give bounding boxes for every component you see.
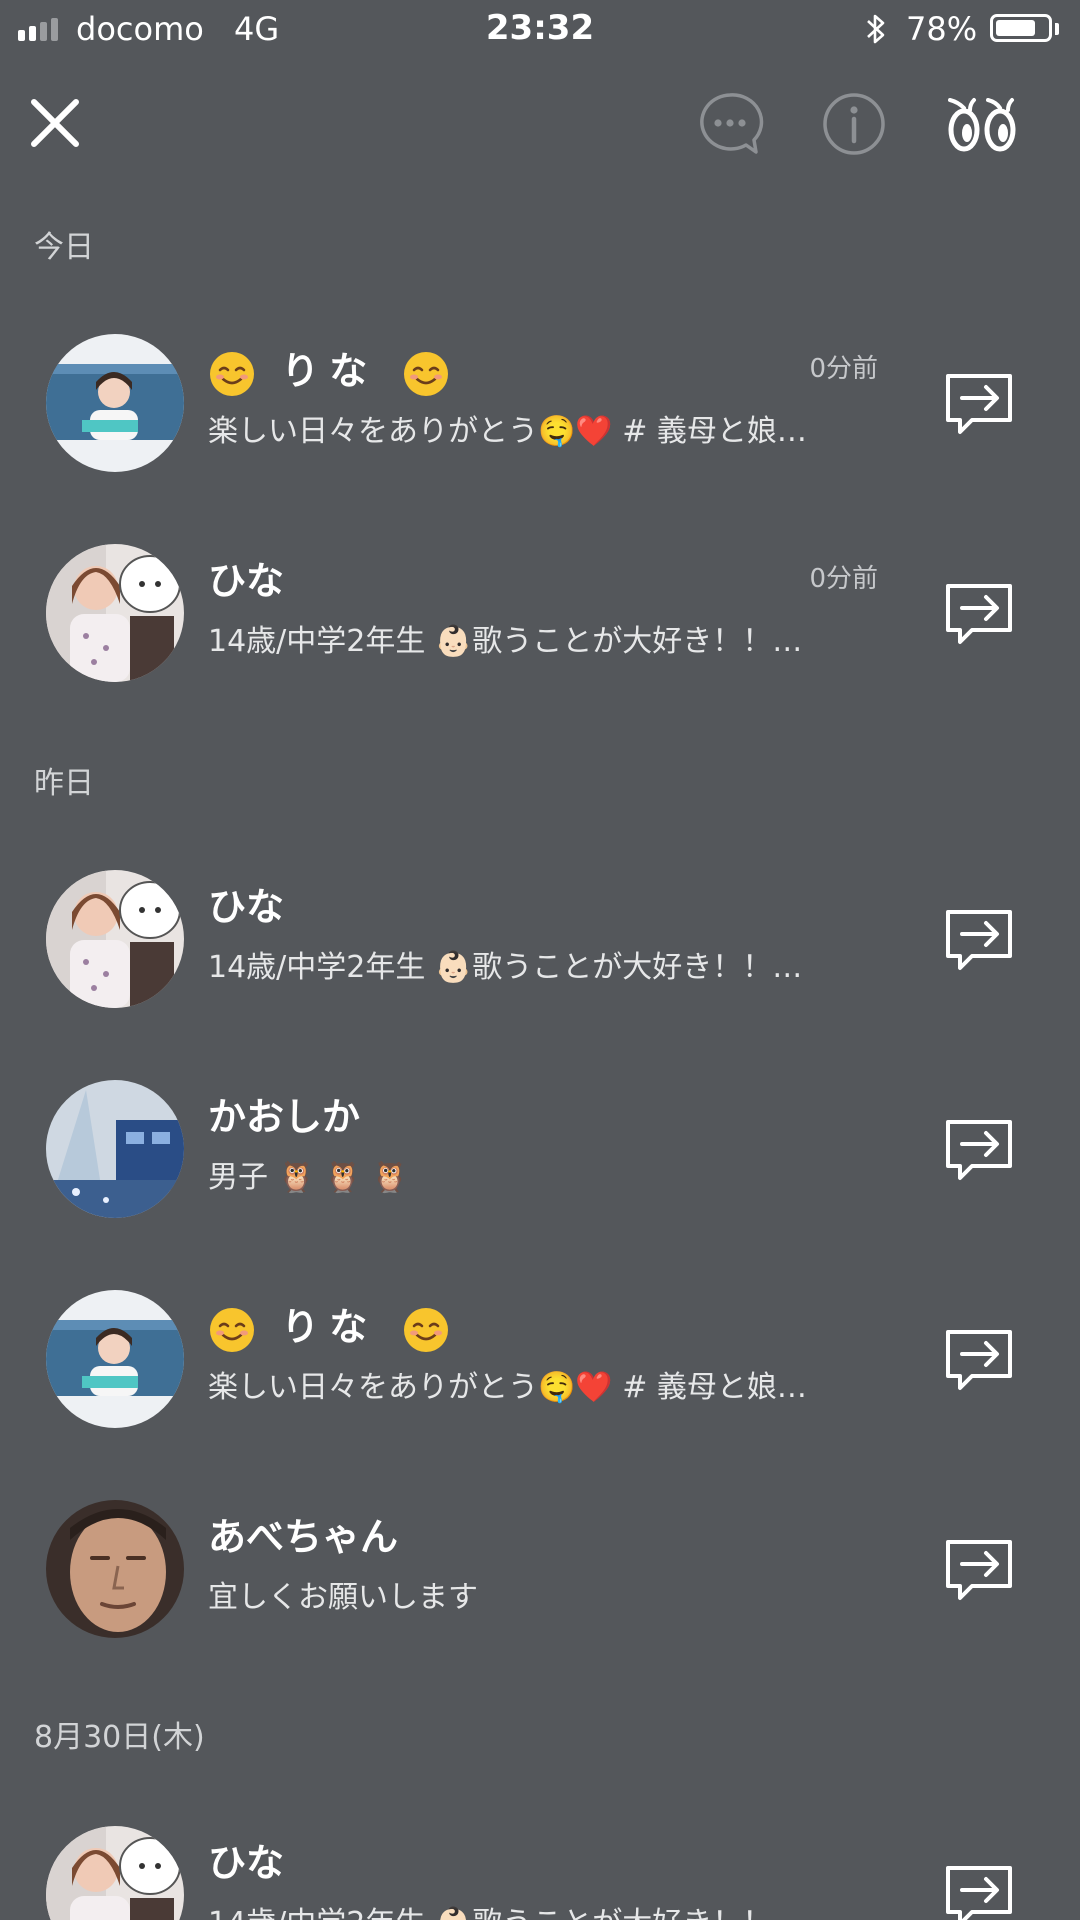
chat-bubble-icon[interactable] [694, 88, 766, 160]
timestamp: 0分前 [809, 564, 878, 594]
close-button[interactable] [28, 96, 82, 150]
avatar[interactable] [46, 1826, 184, 1920]
avatar-image [46, 1826, 184, 1920]
contact-name: りな [208, 340, 450, 398]
list-item[interactable]: りな 0分前 楽しい日々をありがとう🤤❤️ # 義母と娘… [0, 334, 1080, 514]
list-item[interactable]: りな 楽しい日々をありがとう🤤❤️ # 義母と娘… [0, 1290, 1080, 1470]
status-message: 楽しい日々をありがとう🤤❤️ # 義母と娘… [208, 1370, 807, 1405]
list-item[interactable]: ひな 14歳/中学2年生 👶🏻歌うことが大好き！！… [0, 870, 1080, 1050]
list-item[interactable]: かおしか 男子 🦉 🦉 🦉 [0, 1080, 1080, 1260]
status-message: 14歳/中学2年生 👶🏻歌うことが大好き！！… [208, 624, 803, 659]
avatar[interactable] [46, 1080, 184, 1218]
avatar-image [46, 1080, 184, 1218]
status-message: 宜しくお願いします [208, 1580, 478, 1615]
info-icon[interactable] [818, 88, 890, 160]
smiling-face-icon [404, 351, 449, 396]
avatar-image [46, 870, 184, 1008]
contact-name: ひな [208, 559, 285, 603]
share-button[interactable] [944, 1864, 1014, 1920]
battery-icon [990, 14, 1052, 42]
status-bar: docomo 4G 23:32 78% [0, 0, 1080, 60]
timestamp: 0分前 [809, 354, 878, 384]
avatar[interactable] [46, 544, 184, 682]
avatar-image [46, 1290, 184, 1428]
share-button[interactable] [944, 372, 1014, 438]
battery-level [996, 20, 1035, 36]
smiling-face-icon [210, 1307, 254, 1352]
contact-name: ひな [208, 1841, 285, 1885]
contact-name: かおしか [208, 1095, 361, 1139]
avatar[interactable] [46, 334, 184, 472]
list-item[interactable]: ひな 14歳/中学2年生 👶🏻歌うことが大好き！！… [0, 1826, 1080, 1920]
avatar[interactable] [46, 1500, 184, 1638]
avatar[interactable] [46, 870, 184, 1008]
smiling-face-icon [210, 351, 254, 396]
avatar-image [46, 1500, 184, 1638]
contact-name-text: りな [281, 1305, 378, 1349]
contact-name: りな [208, 1296, 450, 1354]
footprints-icon[interactable] [944, 88, 1020, 160]
battery-percent: 78% [906, 10, 978, 48]
avatar-image [46, 334, 184, 472]
section-header-yesterday: 昨日 [34, 766, 94, 801]
bluetooth-icon [867, 14, 885, 44]
smiling-face-icon [404, 1307, 449, 1352]
avatar[interactable] [46, 1290, 184, 1428]
share-button[interactable] [944, 582, 1014, 648]
list-item[interactable]: あべちゃん 宜しくお願いします [0, 1500, 1080, 1680]
contact-name: あべちゃん [208, 1515, 399, 1559]
contact-name-text: りな [281, 349, 378, 393]
list-item[interactable]: ひな 0分前 14歳/中学2年生 👶🏻歌うことが大好き！！… [0, 544, 1080, 724]
status-message: 14歳/中学2年生 👶🏻歌うことが大好き！！… [208, 1898, 880, 1920]
section-header-today: 今日 [34, 230, 94, 265]
contact-name: ひな [208, 885, 285, 929]
share-button[interactable] [944, 1328, 1014, 1394]
share-button[interactable] [944, 1538, 1014, 1604]
status-message: 楽しい日々をありがとう🤤❤️ # 義母と娘… [208, 414, 807, 449]
avatar-image [46, 544, 184, 682]
status-message: 14歳/中学2年生 👶🏻歌うことが大好き！！… [208, 950, 803, 985]
share-button[interactable] [944, 908, 1014, 974]
section-header-date: 8月30日(木) [34, 1720, 205, 1755]
battery-tip [1055, 23, 1059, 35]
status-message: 男子 🦉 🦉 🦉 [208, 1160, 409, 1195]
share-button[interactable] [944, 1118, 1014, 1184]
